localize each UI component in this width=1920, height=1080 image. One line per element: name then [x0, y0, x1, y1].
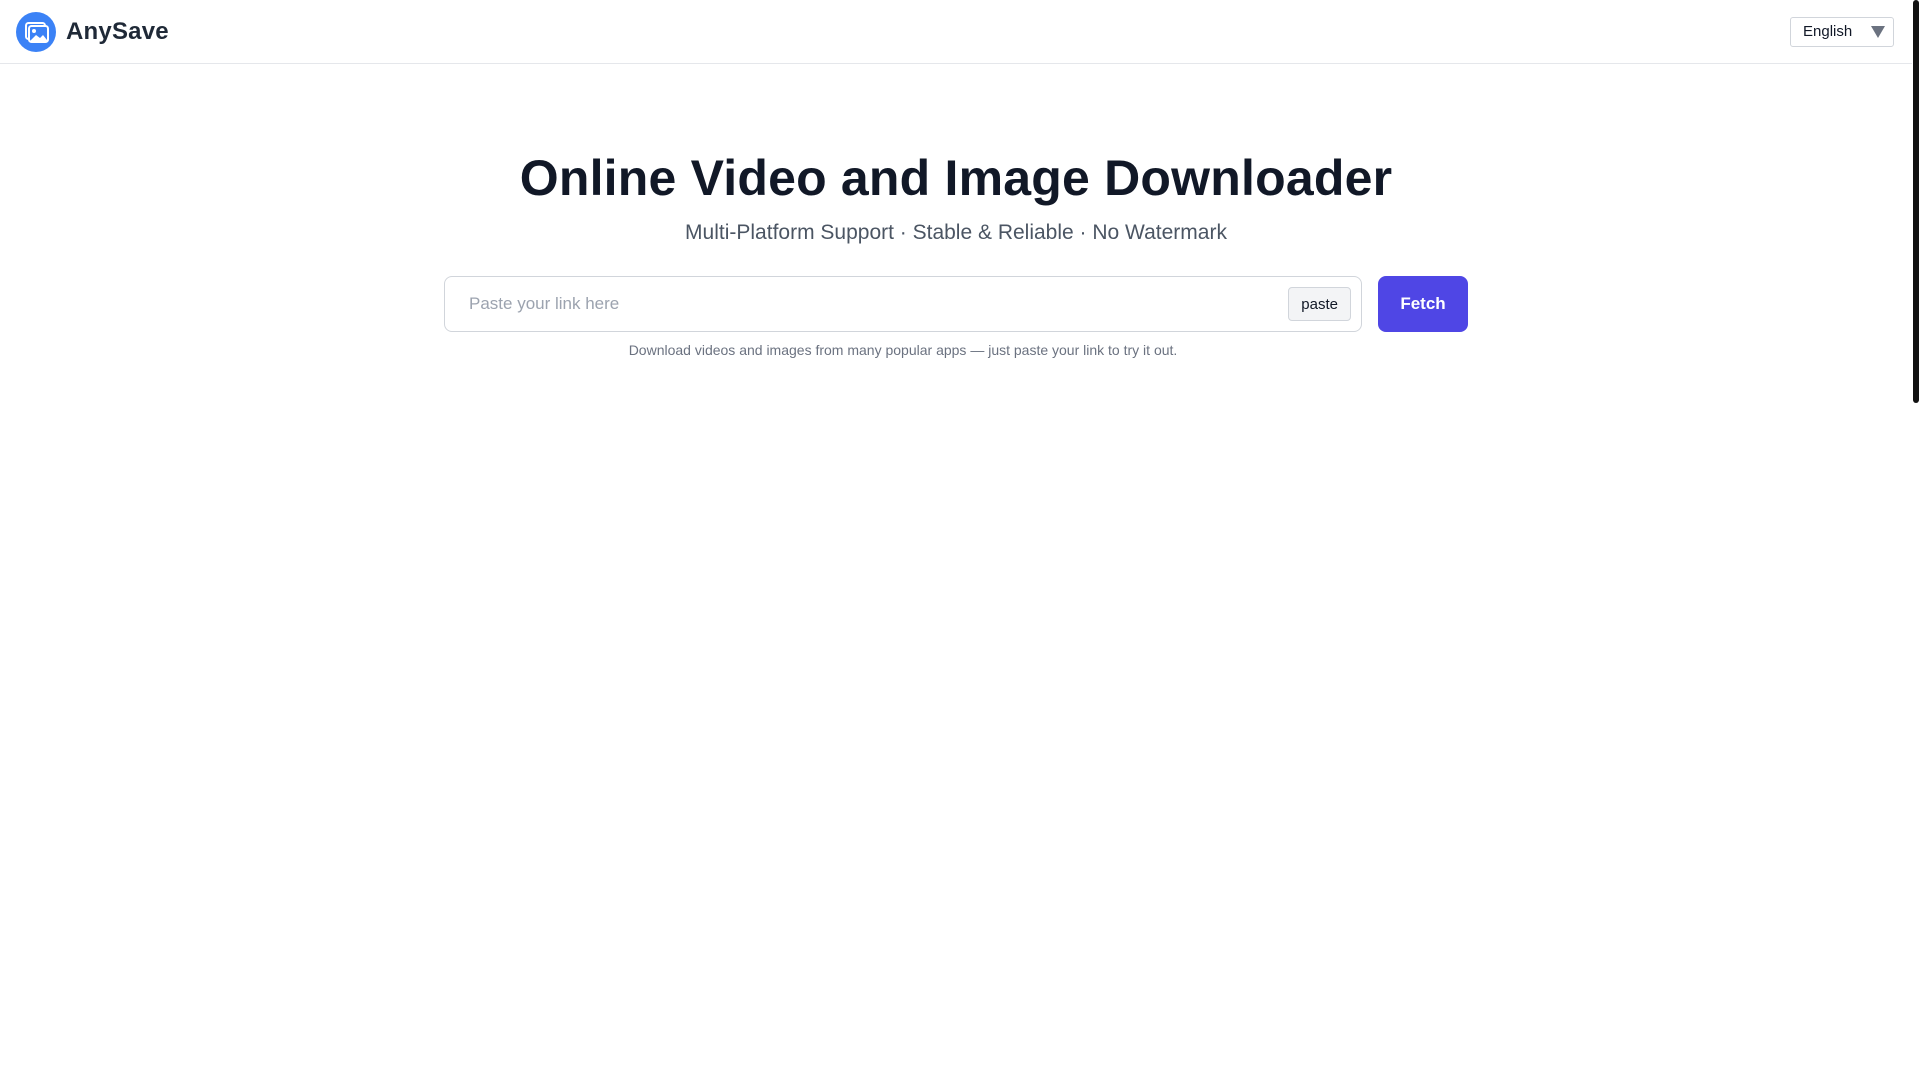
link-input-container: paste [444, 276, 1362, 332]
site-header: AnySave English [0, 0, 1912, 64]
fetch-button[interactable]: Fetch [1378, 276, 1468, 332]
brand-name: AnySave [66, 17, 169, 45]
brand-link[interactable]: AnySave [16, 11, 169, 52]
page-subtitle: Multi-Platform Support · Stable & Reliab… [685, 221, 1227, 244]
chevron-down-icon [1871, 25, 1885, 38]
scrollbar-thumb[interactable] [1913, 0, 1919, 403]
page-title: Online Video and Image Downloader [519, 150, 1393, 206]
paste-button[interactable]: paste [1288, 287, 1351, 321]
browser-viewport: AnySave English Online Video and Image D… [0, 0, 1920, 1080]
link-input[interactable] [445, 277, 1289, 331]
link-search-row: paste Fetch [444, 276, 1468, 332]
hero-section: Online Video and Image Downloader Multi-… [0, 64, 1912, 358]
image-gallery-icon [16, 11, 56, 52]
language-selected-value: English [1803, 23, 1853, 40]
scrollbar[interactable] [1912, 0, 1920, 1080]
helper-text: Download videos and images from many pop… [628, 342, 1178, 358]
language-select[interactable]: English [1790, 16, 1894, 47]
page: AnySave English Online Video and Image D… [0, 0, 1912, 1080]
